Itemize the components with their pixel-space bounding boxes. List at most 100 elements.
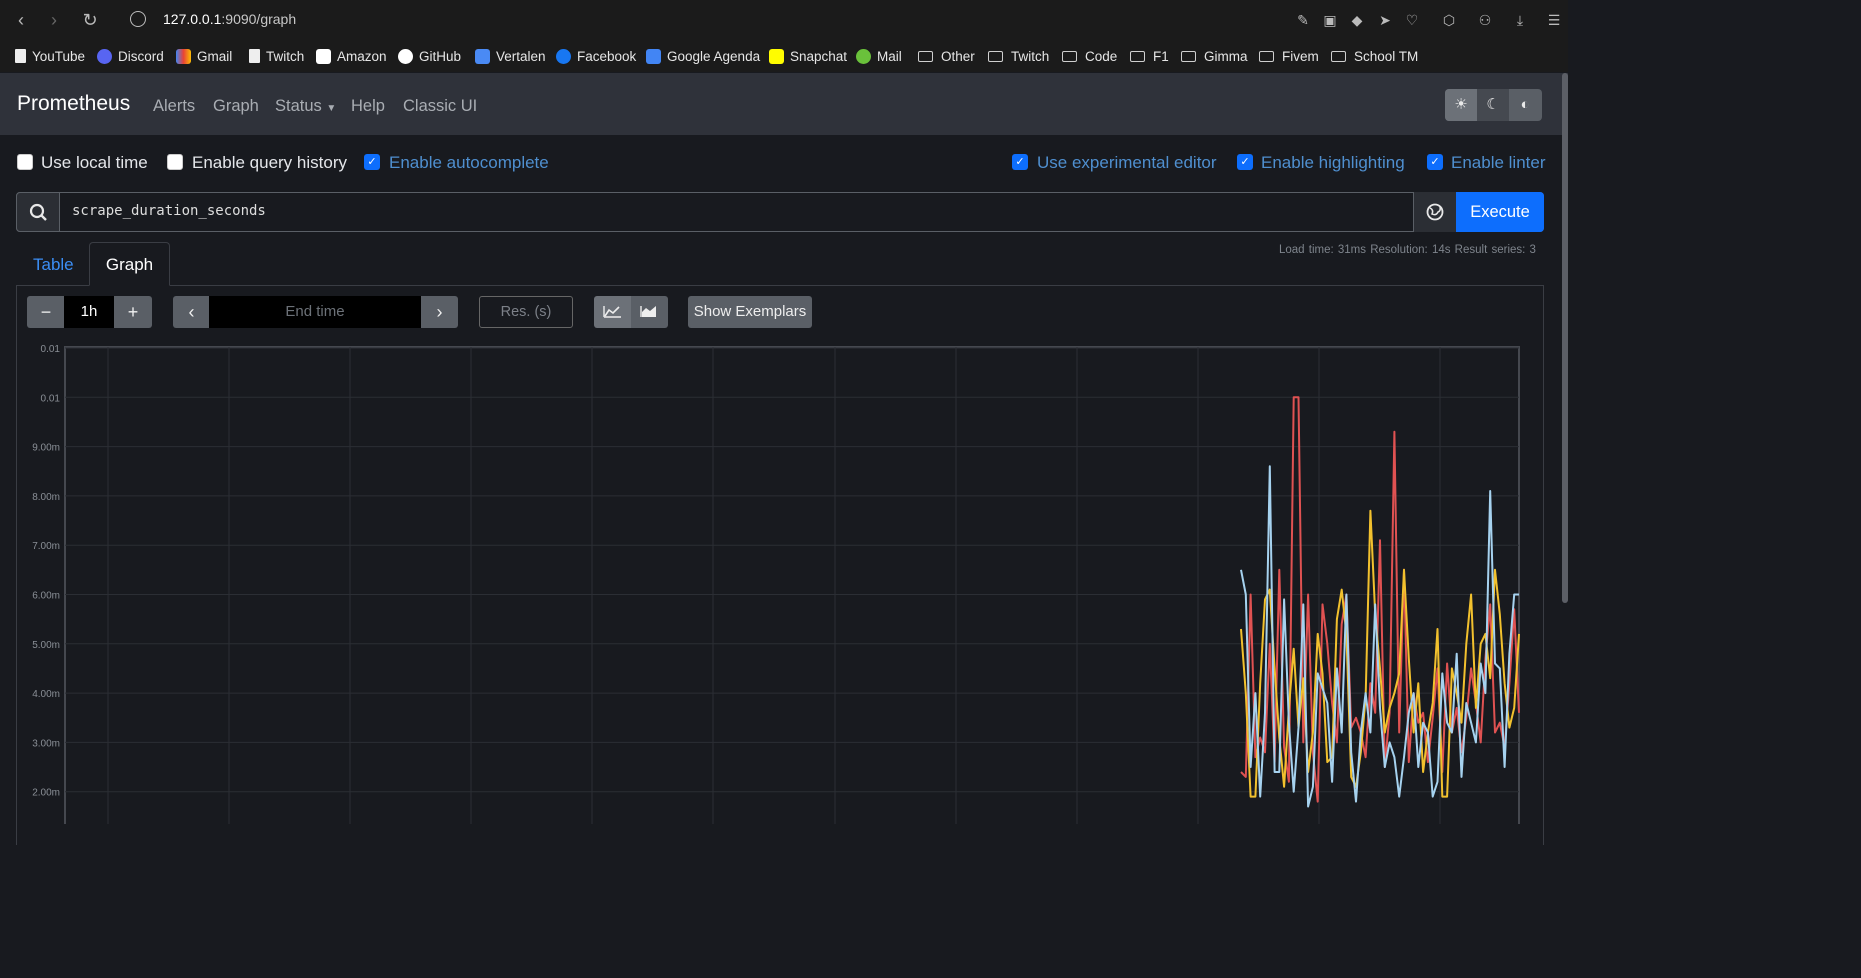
scrollbar[interactable] <box>1562 73 1568 603</box>
bookmark-f1[interactable]: F1 <box>1130 46 1169 66</box>
folder-icon <box>988 50 1003 62</box>
mail-icon <box>856 48 871 64</box>
page-icon <box>15 49 26 63</box>
y-tick-label: 7.00m <box>32 541 60 552</box>
bookmarks-bar: YouTube Discord Gmail Twitch Amazon GitH… <box>0 40 1568 72</box>
bookmark-facebook[interactable]: Facebook <box>556 46 636 66</box>
use-local-time-checkbox[interactable] <box>17 154 33 170</box>
bookmark-youtube[interactable]: YouTube <box>15 46 85 66</box>
bookmark-gimma[interactable]: Gimma <box>1181 46 1248 66</box>
folder-icon <box>1062 50 1077 62</box>
enable-highlighting-checkbox[interactable]: ✓ <box>1237 154 1253 170</box>
bookmark-google-agenda[interactable]: Google Agenda <box>646 46 760 66</box>
resolution-input[interactable]: Res. (s) <box>479 296 573 328</box>
use-local-time-label: Use local time <box>41 153 148 172</box>
gmail-icon <box>176 48 191 64</box>
nav-help[interactable]: Help <box>351 97 385 116</box>
execute-button[interactable]: Execute <box>1456 192 1544 232</box>
bookmark-gmail[interactable]: Gmail <box>176 46 232 66</box>
sun-icon[interactable]: ☀ <box>1445 89 1477 121</box>
previous-time-button[interactable]: ‹ <box>173 296 210 328</box>
y-tick-label: 9.00m <box>32 443 60 454</box>
nav-classic-ui[interactable]: Classic UI <box>403 97 477 116</box>
tab-graph[interactable]: Graph <box>89 242 170 286</box>
nav-graph[interactable]: Graph <box>213 97 259 116</box>
decrease-range-button[interactable]: − <box>27 296 65 328</box>
range-input[interactable]: 1h <box>64 296 114 328</box>
app-navbar: Prometheus Alerts Graph Status ▼ Help Cl… <box>0 73 1568 135</box>
bookmark-code[interactable]: Code <box>1062 46 1117 66</box>
bookmark-school-tm[interactable]: School TM <box>1331 46 1418 66</box>
site-info-icon[interactable] <box>130 11 146 27</box>
bookmark-twitch-folder[interactable]: Twitch <box>988 46 1049 66</box>
bookmark-github[interactable]: GitHub <box>398 46 461 66</box>
moon-icon[interactable]: ☾ <box>1477 89 1509 121</box>
y-tick-label: 0.01 <box>41 344 61 355</box>
profile-icon[interactable]: ⚇ <box>1476 11 1494 29</box>
series-line-2[interactable] <box>1240 465 1519 808</box>
page-icon <box>249 49 260 63</box>
y-tick-label: 2.00m <box>32 788 60 799</box>
calendar-icon <box>646 48 661 64</box>
bookmark-other[interactable]: Other <box>918 46 975 66</box>
folder-icon <box>1331 50 1346 62</box>
enable-query-history-label: Enable query history <box>192 153 347 172</box>
contrast-icon[interactable]: ◐ <box>1509 89 1541 121</box>
enable-autocomplete-label: Enable autocomplete <box>389 153 549 172</box>
download-icon[interactable]: ⤓ <box>1511 11 1529 29</box>
tab-table[interactable]: Table <box>33 255 74 275</box>
heart-icon[interactable]: ♡ <box>1403 11 1421 29</box>
query-stats: Load time: 31ms Resolution: 14s Result s… <box>1279 244 1536 256</box>
back-icon[interactable]: ‹ <box>9 8 33 32</box>
camera-icon[interactable]: ▣ <box>1321 11 1339 29</box>
y-tick-label: 6.00m <box>32 591 60 602</box>
box-icon[interactable]: ⬡ <box>1440 11 1458 29</box>
forward-icon[interactable]: › <box>42 8 66 32</box>
folder-icon <box>1259 50 1274 62</box>
github-icon <box>398 48 413 64</box>
nav-status[interactable]: Status ▼ <box>275 97 336 116</box>
metrics-explorer-icon[interactable] <box>1413 192 1456 232</box>
bookmark-vertalen[interactable]: Vertalen <box>475 46 546 66</box>
nav-alerts[interactable]: Alerts <box>153 97 195 116</box>
address-bar[interactable]: 127.0.0.1:9090/graph <box>163 11 296 27</box>
enable-query-history-checkbox[interactable] <box>167 154 183 170</box>
translate-icon <box>475 48 490 64</box>
increase-range-button[interactable]: + <box>114 296 152 328</box>
use-experimental-editor-checkbox[interactable]: ✓ <box>1012 154 1028 170</box>
folder-icon <box>918 50 933 62</box>
bookmark-discord[interactable]: Discord <box>97 46 164 66</box>
send-icon[interactable]: ➤ <box>1376 11 1394 29</box>
snapchat-icon <box>769 48 784 64</box>
y-tick-label: 5.00m <box>32 640 60 651</box>
line-chart-icon[interactable] <box>594 296 631 328</box>
enable-autocomplete-checkbox[interactable]: ✓ <box>364 154 380 170</box>
folder-icon <box>1130 50 1145 62</box>
enable-linter-checkbox[interactable]: ✓ <box>1427 154 1443 170</box>
next-time-button[interactable]: › <box>421 296 458 328</box>
bookmark-snapchat[interactable]: Snapchat <box>769 46 847 66</box>
bookmark-twitch[interactable]: Twitch <box>249 46 304 66</box>
search-icon <box>16 192 60 232</box>
y-tick-label: 4.00m <box>32 689 60 700</box>
bookmark-mail[interactable]: Mail <box>856 46 902 66</box>
bookmark-fivem[interactable]: Fivem <box>1259 46 1319 66</box>
enable-highlighting-label: Enable highlighting <box>1261 153 1405 172</box>
y-tick-label: 0.01 <box>41 393 61 404</box>
end-time-input[interactable]: End time <box>209 296 421 328</box>
reload-icon[interactable]: ↻ <box>78 8 102 32</box>
graph-chart: 0.01 0.01 9.00m 8.00m 7.00m 6.00m 5.00m 4.00m 3.… <box>32 344 1520 824</box>
folder-icon <box>1181 50 1196 62</box>
expression-input[interactable]: scrape_duration_seconds <box>72 203 266 219</box>
edit-icon[interactable]: ✎ <box>1294 11 1312 29</box>
bookmark-amazon[interactable]: Amazon <box>316 46 387 66</box>
menu-icon[interactable]: ☰ <box>1545 11 1563 29</box>
show-exemplars-button[interactable]: Show Exemplars <box>688 296 812 328</box>
brand-logo[interactable]: Prometheus <box>17 92 130 116</box>
shield-icon[interactable]: ◆ <box>1348 11 1366 29</box>
use-experimental-editor-label: Use experimental editor <box>1037 153 1217 172</box>
series-line-0[interactable] <box>1240 396 1520 803</box>
stacked-chart-icon[interactable] <box>631 296 668 328</box>
y-tick-label: 8.00m <box>32 492 60 503</box>
amazon-icon <box>316 48 331 64</box>
